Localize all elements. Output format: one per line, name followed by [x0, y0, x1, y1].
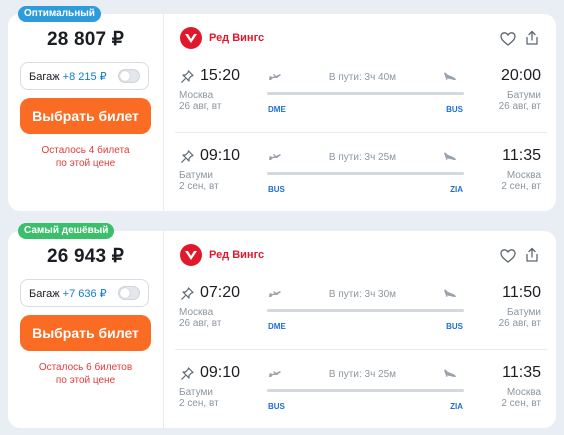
departure-time: 15:20 [200, 67, 241, 84]
departure-time: 09:10 [200, 147, 241, 164]
arrival-date: 26 авг, вт [498, 318, 541, 329]
pin-icon[interactable] [180, 70, 194, 84]
takeoff-icon [269, 154, 281, 160]
seats-left-line1: Осталось 4 билета [41, 145, 130, 156]
select-ticket-button[interactable]: Выбрать билет [20, 98, 151, 134]
departure-city: Москва [179, 307, 214, 318]
route-line [267, 309, 464, 312]
baggage-label-text: Багаж [29, 71, 60, 83]
departure-airport-code: BUS [268, 402, 285, 411]
heart-icon[interactable] [500, 31, 516, 47]
route-line [267, 389, 464, 392]
price-panel: 26 943 ₽ Багаж +7 636 ₽ Выбрать билет Ос… [8, 231, 164, 428]
takeoff-icon [269, 371, 281, 377]
baggage-label-text: Багаж [29, 288, 60, 300]
pin-icon[interactable] [180, 287, 194, 301]
departure-date: 26 авг, вт [179, 318, 222, 329]
landing-icon [444, 289, 456, 297]
price-panel: 28 807 ₽ Багаж +8 215 ₽ Выбрать билет Ос… [8, 14, 164, 211]
segment-divider [175, 349, 547, 350]
flight-segment: 09:10 Батуми 2 сен, вт В пути: 3ч 25м BU… [175, 363, 547, 423]
arrival-airport-code: ZIA [450, 402, 463, 411]
seats-left-line2: по этой цене [55, 158, 116, 169]
takeoff-icon [269, 291, 281, 297]
arrival-city: Москва [506, 170, 541, 181]
select-ticket-button[interactable]: Выбрать билет [20, 315, 151, 351]
departure-date: 2 сен, вт [179, 181, 219, 192]
takeoff-icon [269, 74, 281, 80]
arrival-airport-code: BUS [446, 105, 463, 114]
departure-city: Батуми [179, 387, 213, 398]
offer-card[interactable]: Оптимальный 28 807 ₽ Багаж +8 215 ₽ Выбр… [8, 6, 556, 211]
flight-segment: 09:10 Батуми 2 сен, вт В пути: 3ч 25м BU… [175, 146, 547, 206]
seats-left-note: Осталось 4 билета по этой цене [8, 144, 163, 170]
arrival-airport-code: ZIA [450, 185, 463, 194]
arrival-city: Москва [506, 387, 541, 398]
share-icon[interactable] [524, 30, 540, 46]
departure-date: 2 сен, вт [179, 398, 219, 409]
departure-city: Батуми [179, 170, 213, 181]
baggage-toggle[interactable] [118, 286, 140, 300]
baggage-toggle[interactable] [118, 69, 140, 83]
landing-icon [444, 369, 456, 377]
pin-icon[interactable] [180, 150, 194, 164]
arrival-time: 11:35 [502, 147, 541, 164]
landing-icon [444, 152, 456, 160]
pin-icon[interactable] [180, 367, 194, 381]
route-line [267, 92, 464, 95]
departure-city: Москва [179, 90, 214, 101]
flight-duration: В пути: 3ч 30м [328, 289, 397, 300]
flight-segment: 15:20 Москва 26 авг, вт В пути: 3ч 40м D… [175, 66, 547, 126]
airline-name: Ред Вингс [209, 32, 265, 44]
arrival-time: 20:00 [500, 67, 541, 84]
departure-airport-code: DME [268, 322, 286, 331]
segment-divider [175, 132, 547, 133]
arrival-time: 11:50 [502, 284, 541, 301]
baggage-price: +8 215 ₽ [62, 71, 107, 83]
flight-duration: В пути: 3ч 40м [328, 72, 397, 83]
airline-logo [180, 244, 202, 266]
airline-logo [180, 27, 202, 49]
departure-airport-code: BUS [268, 185, 285, 194]
seats-left-note: Осталось 6 билетов по этой цене [8, 361, 163, 387]
arrival-date: 2 сен, вт [501, 181, 541, 192]
flight-segment: 07:20 Москва 26 авг, вт В пути: 3ч 30м D… [175, 283, 547, 343]
arrival-time: 11:35 [502, 364, 541, 381]
baggage-option[interactable]: Багаж +7 636 ₽ [20, 279, 149, 307]
baggage-label: Багаж +8 215 ₽ [29, 70, 107, 83]
flight-duration: В пути: 3ч 25м [328, 369, 397, 380]
baggage-label: Багаж +7 636 ₽ [29, 287, 107, 300]
landing-icon [444, 72, 456, 80]
departure-time: 09:10 [200, 364, 241, 381]
offer-card[interactable]: Самый дешёвый 26 943 ₽ Багаж +7 636 ₽ Вы… [8, 223, 556, 428]
flight-duration: В пути: 3ч 25м [328, 152, 397, 163]
heart-icon[interactable] [500, 248, 516, 264]
arrival-city: Батуми [507, 307, 541, 318]
arrival-date: 26 авг, вт [498, 101, 541, 112]
baggage-price: +7 636 ₽ [62, 288, 107, 300]
route-line [267, 172, 464, 175]
offer-price: 28 807 ₽ [46, 29, 125, 50]
seats-left-line2: по этой цене [55, 375, 116, 386]
airline-name: Ред Вингс [209, 249, 265, 261]
departure-date: 26 авг, вт [179, 101, 222, 112]
departure-airport-code: DME [268, 105, 286, 114]
departure-time: 07:20 [200, 284, 241, 301]
offer-price: 26 943 ₽ [46, 246, 125, 267]
seats-left-line1: Осталось 6 билетов [38, 362, 133, 373]
baggage-option[interactable]: Багаж +8 215 ₽ [20, 62, 149, 90]
arrival-airport-code: BUS [446, 322, 463, 331]
share-icon[interactable] [524, 247, 540, 263]
arrival-city: Батуми [507, 90, 541, 101]
arrival-date: 2 сен, вт [501, 398, 541, 409]
